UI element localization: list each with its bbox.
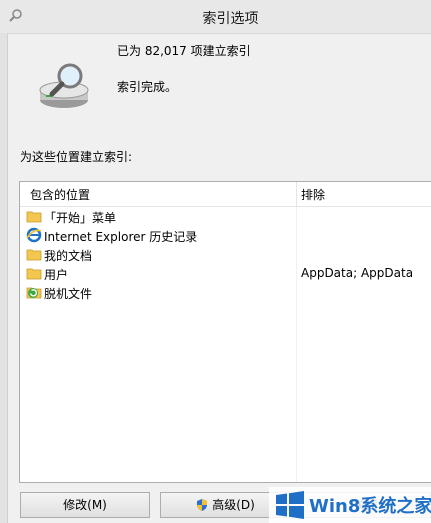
watermark: Win8系统之家 <box>269 487 431 523</box>
location-name: 「开始」菜单 <box>44 211 117 225</box>
offline-files-icon <box>26 287 42 299</box>
internet-explorer-icon <box>26 227 42 243</box>
locations-list[interactable]: 包含的位置 排除 「开始」菜单 Internet Explorer 历史记录 我… <box>19 181 431 483</box>
title-bar[interactable]: 索引选项 <box>0 0 431 34</box>
list-header: 包含的位置 排除 <box>20 182 431 207</box>
folder-icon <box>26 249 42 261</box>
drive-search-icon <box>39 63 89 108</box>
list-item[interactable]: 我的文档 <box>26 245 426 264</box>
list-item[interactable]: Internet Explorer 历史记录 <box>26 226 426 245</box>
column-header-excluded[interactable]: 排除 <box>301 186 325 203</box>
windows-logo-icon <box>276 491 304 519</box>
list-item[interactable]: 用户 AppData; AppData <box>26 264 426 283</box>
uac-shield-icon <box>197 499 208 511</box>
advanced-button-label: 高级(D) <box>212 498 255 512</box>
location-excluded: AppData; AppData <box>301 266 414 280</box>
indexing-status: 索引完成。 <box>117 80 178 94</box>
location-name: Internet Explorer 历史记录 <box>44 230 198 244</box>
folder-icon <box>26 268 42 280</box>
indexed-item-count: 已为 82,017 项建立索引 <box>117 44 251 58</box>
window-title: 索引选项 <box>202 11 259 27</box>
column-divider[interactable] <box>296 182 297 206</box>
column-header-included[interactable]: 包含的位置 <box>30 186 90 203</box>
locations-label: 为这些位置建立索引: <box>20 150 133 164</box>
location-name: 脱机文件 <box>44 287 93 301</box>
list-item[interactable]: 「开始」菜单 <box>26 207 426 226</box>
list-item[interactable]: 脱机文件 <box>26 283 426 302</box>
modify-button[interactable]: 修改(M) <box>20 492 150 518</box>
location-name: 用户 <box>44 268 69 282</box>
window-left-border <box>0 33 8 523</box>
watermark-text: Win8系统之家 <box>309 496 431 517</box>
folder-icon <box>26 211 42 223</box>
location-name: 我的文档 <box>44 249 93 263</box>
